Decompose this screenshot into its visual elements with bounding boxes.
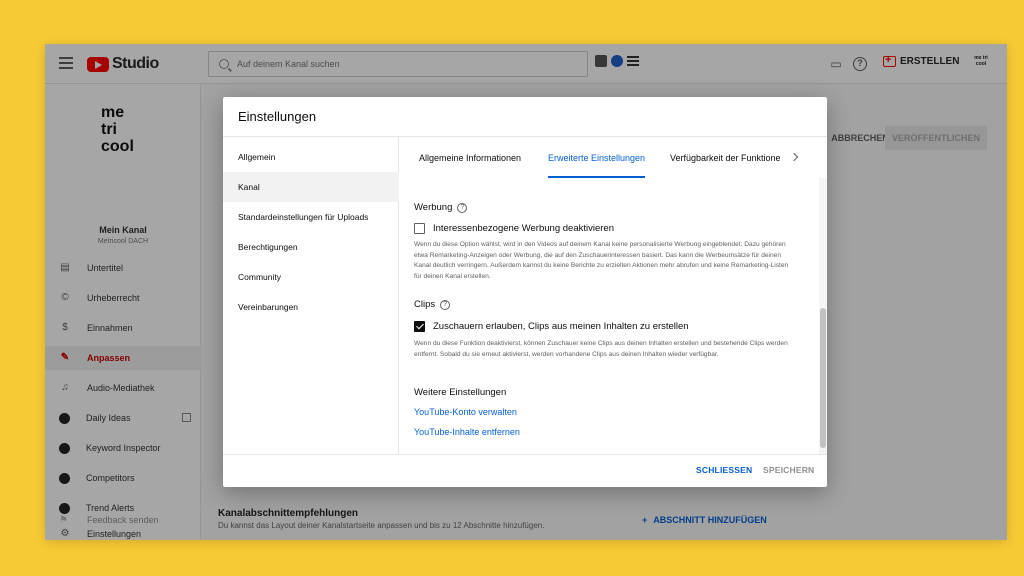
- settings-nav-uploads[interactable]: Standardeinstellungen für Uploads: [223, 202, 399, 232]
- dialog-title: Einstellungen: [223, 97, 827, 137]
- sidebar-item-feedback[interactable]: ⚑ Feedback senden: [45, 508, 201, 532]
- settings-nav-berechtigungen[interactable]: Berechtigungen: [223, 232, 399, 262]
- settings-content: Werbung ? Interessenbezogene Werbung dea…: [400, 178, 819, 454]
- settings-tabs: Allgemeine Informationen Erweiterte Eins…: [400, 137, 827, 178]
- clips-description: Wenn du diese Funktion deaktivierst, kön…: [414, 340, 788, 358]
- chevron-right-icon[interactable]: [789, 151, 801, 163]
- more-settings-title: Weitere Einstellungen: [414, 387, 507, 398]
- ads-section-title: Werbung ?: [414, 202, 468, 213]
- settings-nav-vereinbarungen[interactable]: Vereinbarungen: [223, 292, 399, 322]
- tab-allgemeine-informationen[interactable]: Allgemeine Informationen: [419, 137, 521, 178]
- ads-section-title-text: Werbung: [414, 202, 453, 213]
- ads-description: Wenn du diese Option wählst, wird in den…: [414, 241, 789, 280]
- help-icon[interactable]: ?: [440, 299, 451, 310]
- content-scrollbar[interactable]: [819, 178, 827, 454]
- clips-section-title-text: Clips: [414, 299, 436, 310]
- save-button[interactable]: SPEICHERN: [763, 465, 814, 475]
- ads-checkbox[interactable]: [414, 223, 425, 234]
- scrollbar-thumb[interactable]: [820, 308, 826, 448]
- clips-checkbox[interactable]: [414, 321, 425, 332]
- help-icon[interactable]: ?: [457, 202, 468, 213]
- tab-clip-container: Verfügbarkeit der Funktionen: [670, 137, 780, 178]
- clips-checkbox-row[interactable]: Zuschauern erlauben, Clips aus meinen In…: [414, 321, 689, 332]
- manage-account-link[interactable]: YouTube-Konto verwalten: [414, 407, 517, 417]
- tab-erweiterte-einstellungen[interactable]: Erweiterte Einstellungen: [548, 137, 646, 178]
- close-button[interactable]: SCHLIESSEN: [696, 465, 752, 475]
- ads-checkbox-row[interactable]: Interessenbezogene Werbung deaktivieren: [414, 223, 614, 234]
- remove-content-link[interactable]: YouTube-Inhalte entfernen: [414, 427, 520, 437]
- tab-verfuegbarkeit-der-funktionen[interactable]: Verfügbarkeit der Funktionen: [670, 137, 780, 178]
- settings-dialog: Einstellungen Allgemein Kanal Standardei…: [223, 97, 827, 487]
- sidebar-item-label: Feedback senden: [87, 515, 159, 525]
- clips-section-title: Clips ?: [414, 299, 451, 310]
- ads-checkbox-label: Interessenbezogene Werbung deaktivieren: [433, 223, 614, 234]
- dialog-footer: SCHLIESSEN SPEICHERN: [223, 454, 827, 487]
- clips-checkbox-label: Zuschauern erlauben, Clips aus meinen In…: [433, 321, 689, 332]
- settings-nav: Allgemein Kanal Standardeinstellungen fü…: [223, 137, 399, 454]
- settings-nav-community[interactable]: Community: [223, 262, 399, 292]
- settings-nav-kanal[interactable]: Kanal: [223, 172, 399, 202]
- feedback-icon: ⚑: [59, 514, 68, 526]
- settings-nav-allgemein[interactable]: Allgemein: [223, 142, 399, 172]
